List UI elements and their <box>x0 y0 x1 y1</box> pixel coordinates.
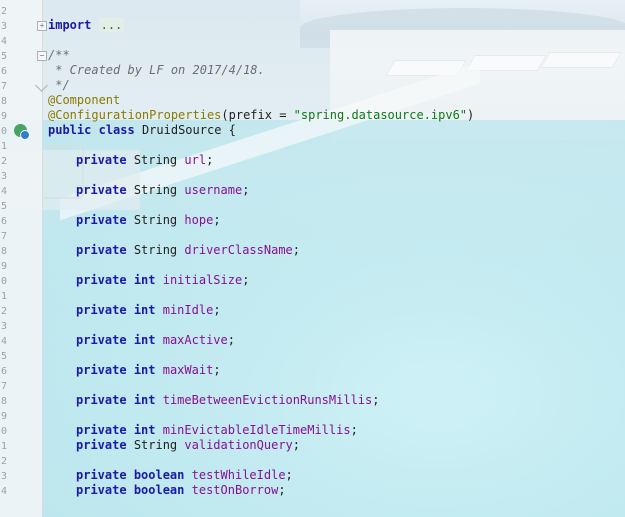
line-number: 3 <box>1 21 8 32</box>
code-line-field: private boolean testOnBorrow; <box>76 483 286 497</box>
line-number: 5 <box>1 351 8 362</box>
fold-collapse-icon[interactable]: − <box>37 51 47 61</box>
line-number: 4 <box>1 36 8 47</box>
line-number: 6 <box>1 216 8 227</box>
code-line-field: private String driverClassName; <box>76 243 301 257</box>
code-line-field: private int minIdle; <box>76 303 221 317</box>
code-line-field: private String url; <box>76 153 214 167</box>
code-line-comment-close: */ <box>48 78 70 92</box>
line-number: 9 <box>1 411 8 422</box>
line-number: 4 <box>1 186 8 197</box>
line-number: 5 <box>1 51 8 62</box>
line-number: 7 <box>1 231 8 242</box>
line-number: 7 <box>1 81 8 92</box>
code-line-comment-body: * Created by LF on 2017/4/18. <box>48 63 265 77</box>
line-number: 8 <box>1 96 8 107</box>
line-number: 2 <box>1 306 8 317</box>
line-number: 1 <box>1 291 8 302</box>
code-line-field: private boolean testWhileIdle; <box>76 468 293 482</box>
code-line-import: import ... <box>48 18 125 32</box>
code-line-annotation-component: @Component <box>48 93 121 107</box>
line-number: 7 <box>1 381 8 392</box>
line-number: 6 <box>1 66 8 77</box>
line-number: 0 <box>1 426 8 437</box>
line-number: 0 <box>1 126 8 137</box>
code-editor[interactable]: import ... /** * Created by LF on 2017/4… <box>48 0 474 497</box>
line-number: 2 <box>1 456 8 467</box>
code-line-field: private int initialSize; <box>76 273 250 287</box>
code-line-field: private String validationQuery; <box>76 438 301 452</box>
line-number: 1 <box>1 141 8 152</box>
code-line-field: private int maxWait; <box>76 363 221 377</box>
code-line-field: private String username; <box>76 183 250 197</box>
code-line-class-decl: public class DruidSource { <box>48 123 236 137</box>
code-line-comment-open: /** <box>48 48 70 62</box>
code-line-field: private int minEvictableIdleTimeMillis; <box>76 423 358 437</box>
line-number: 5 <box>1 201 8 212</box>
line-number: 3 <box>1 321 8 332</box>
line-number: 8 <box>1 396 8 407</box>
line-number: 4 <box>1 486 8 497</box>
line-number: 1 <box>1 441 8 452</box>
line-number: 3 <box>1 471 8 482</box>
line-number: 3 <box>1 171 8 182</box>
line-number: 4 <box>1 336 8 347</box>
line-number: 6 <box>1 366 8 377</box>
line-number: 8 <box>1 246 8 257</box>
code-line-field: private int maxActive; <box>76 333 235 347</box>
code-line-field: private String hope; <box>76 213 221 227</box>
code-line-annotation-config: @ConfigurationProperties(prefix = "sprin… <box>48 108 475 122</box>
line-number: 9 <box>1 111 8 122</box>
line-number: 0 <box>1 276 8 287</box>
line-number: 2 <box>1 156 8 167</box>
line-number: 9 <box>1 261 8 272</box>
fold-expand-icon[interactable]: + <box>37 21 47 31</box>
code-line-field: private int timeBetweenEvictionRunsMilli… <box>76 393 380 407</box>
collapsed-imports[interactable]: ... <box>98 18 125 32</box>
line-gutter: 2 3 4 5 6 7 8 9 0 1 2 3 4 5 6 7 8 9 0 1 2 3 4 5 6 7 8 9 0 1 2 3 4 + − <box>0 0 48 517</box>
class-marker-icon <box>20 130 30 140</box>
line-number: 2 <box>1 6 8 17</box>
